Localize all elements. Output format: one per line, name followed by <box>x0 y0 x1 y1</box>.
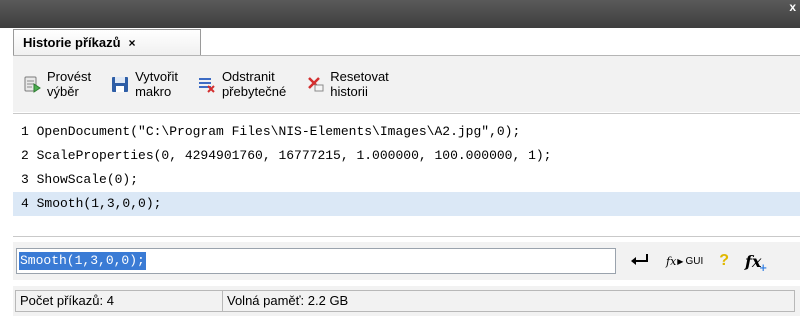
remove-lines-icon <box>196 73 218 95</box>
command-history-window: x Historie příkazů × Provést výběr Vytvo… <box>0 0 800 316</box>
remove-redundant-button[interactable]: Odstranit přebytečné <box>196 69 286 99</box>
remove-redundant-label-1: Odstranit <box>221 69 275 84</box>
history-line[interactable]: 3 ShowScale(0); <box>13 168 800 192</box>
toolbar: Provést výběr Vytvořit makro Odstranit p… <box>13 55 800 112</box>
reset-x-icon <box>304 73 326 95</box>
tab-title: Historie příkazů <box>23 35 121 50</box>
insert-function-button[interactable]: fx + <box>745 252 767 274</box>
command-count-status: Počet příkazů: 4 <box>15 290 223 312</box>
history-line[interactable]: 1 OpenDocument("C:\Program Files\NIS-Ele… <box>13 120 800 144</box>
command-history-list[interactable]: 1 OpenDocument("C:\Program Files\NIS-Ele… <box>13 113 800 237</box>
play-script-icon <box>21 73 43 95</box>
tab-close-button[interactable]: × <box>129 36 136 50</box>
tab-command-history[interactable]: Historie příkazů × <box>13 29 201 55</box>
plus-icon: + <box>759 262 768 274</box>
fx-gui-button[interactable]: fx ▶ GUI <box>666 255 703 268</box>
run-selection-button[interactable]: Provést výběr <box>21 69 91 99</box>
remove-redundant-label-2: přebytečné <box>221 84 287 99</box>
history-line[interactable]: 2 ScaleProperties(0, 4294901760, 1677721… <box>13 144 800 168</box>
save-floppy-icon <box>109 73 131 95</box>
command-input[interactable]: Smooth(1,3,0,0); <box>16 248 616 274</box>
command-bar: Smooth(1,3,0,0); fx ▶ GUI ? fx + <box>13 242 800 280</box>
reset-history-button[interactable]: Resetovat historii <box>304 69 389 99</box>
window-close-button[interactable]: x <box>789 0 796 14</box>
run-selection-label-2: výběr <box>47 84 79 99</box>
run-selection-label-1: Provést <box>47 69 92 84</box>
fx-gui-fx-label: fx <box>666 254 677 268</box>
free-memory-status: Volná paměť: 2.2 GB <box>223 290 795 312</box>
create-macro-label-2: makro <box>135 84 172 99</box>
reset-history-label-1: Resetovat <box>330 69 389 84</box>
help-icon[interactable]: ? <box>719 252 729 270</box>
status-bar: Počet příkazů: 4 Volná paměť: 2.2 GB <box>13 286 800 316</box>
create-macro-button[interactable]: Vytvořit makro <box>109 69 178 99</box>
window-title-bar: x <box>0 0 800 28</box>
create-macro-label-1: Vytvořit <box>135 69 178 84</box>
enter-arrow-icon[interactable] <box>630 253 650 270</box>
reset-history-label-2: historii <box>330 84 368 99</box>
fx-gui-gui-label: GUI <box>685 255 704 267</box>
command-input-text: Smooth(1,3,0,0); <box>19 252 146 270</box>
fx-gui-arrow-icon: ▶ <box>677 256 684 266</box>
history-line-selected[interactable]: 4 Smooth(1,3,0,0); <box>13 192 800 216</box>
